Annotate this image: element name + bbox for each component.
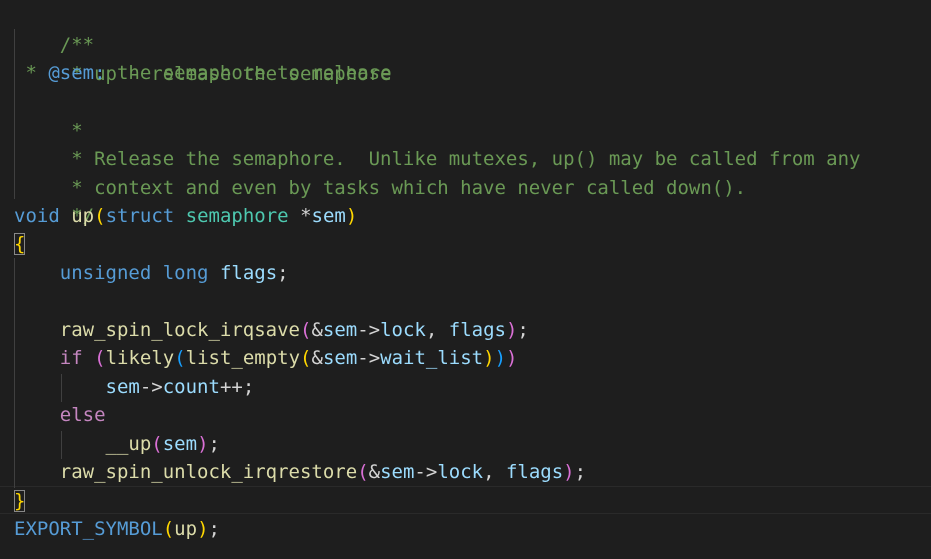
code-line-comment-2[interactable]: * @sem: the semaphore to release bbox=[14, 59, 392, 88]
code-line-close-brace[interactable]: } bbox=[14, 487, 26, 516]
keyword-else: else bbox=[59, 404, 106, 426]
exported-symbol: up bbox=[174, 518, 198, 540]
parameter-name: sem bbox=[311, 205, 346, 227]
function-call: raw_spin_lock_irqsave bbox=[59, 319, 300, 341]
code-editor[interactable]: /** * up - release the semaphore * @sem:… bbox=[0, 0, 931, 559]
code-line-else[interactable]: else bbox=[14, 401, 106, 430]
pointer-star: * bbox=[300, 205, 312, 227]
code-line-comment-5[interactable]: * context and even by tasks which have n… bbox=[14, 145, 746, 199]
comment-text: the semaphore to release bbox=[105, 62, 392, 84]
type-keyword: unsigned long bbox=[59, 262, 209, 284]
keyword-void: void bbox=[14, 205, 60, 227]
code-line-declaration[interactable]: unsigned long flags; bbox=[14, 259, 289, 288]
keyword-if: if bbox=[59, 347, 83, 369]
type-name: semaphore bbox=[185, 205, 289, 227]
function-call: list_empty bbox=[185, 347, 301, 369]
code-line-increment[interactable]: sem->count++; bbox=[14, 373, 255, 402]
function-call: raw_spin_unlock_irqrestore bbox=[59, 461, 358, 483]
function-call: __up bbox=[105, 433, 152, 455]
function-name: up bbox=[71, 205, 95, 227]
code-line-comment-4[interactable]: * Release the semaphore. Unlike mutexes,… bbox=[14, 116, 860, 170]
code-line-comment-3[interactable]: * bbox=[14, 88, 82, 142]
comment-prefix: * bbox=[14, 62, 49, 84]
open-brace: { bbox=[14, 233, 26, 255]
code-line-lock[interactable]: raw_spin_lock_irqsave(&sem->lock, flags)… bbox=[14, 316, 529, 345]
close-brace: } bbox=[14, 490, 26, 512]
variable-flags: flags bbox=[219, 262, 278, 284]
current-line-highlight bbox=[0, 486, 931, 514]
comment-text: * context and even by tasks which have n… bbox=[59, 176, 747, 199]
code-line-unlock[interactable]: raw_spin_unlock_irqrestore(&sem->lock, f… bbox=[14, 458, 586, 487]
macro-name: EXPORT_SYMBOL bbox=[14, 518, 163, 540]
code-line-function-signature[interactable]: void up(struct semaphore *sem) bbox=[14, 202, 357, 231]
comment-doc-tag: @sem: bbox=[48, 62, 106, 84]
keyword-struct: struct bbox=[105, 205, 175, 227]
code-line-comment-open[interactable]: /** bbox=[14, 2, 94, 56]
code-line-comment-close[interactable]: */ bbox=[14, 173, 94, 227]
code-line-open-brace[interactable]: { bbox=[14, 230, 26, 259]
function-call: likely bbox=[105, 347, 175, 369]
code-line-comment-1[interactable]: * up - release the semaphore bbox=[14, 31, 391, 85]
code-line-export[interactable]: EXPORT_SYMBOL(up); bbox=[14, 515, 220, 544]
code-line-if[interactable]: if (likely(list_empty(&sem->wait_list))) bbox=[14, 344, 518, 373]
code-line-up-call[interactable]: __up(sem); bbox=[14, 430, 220, 459]
